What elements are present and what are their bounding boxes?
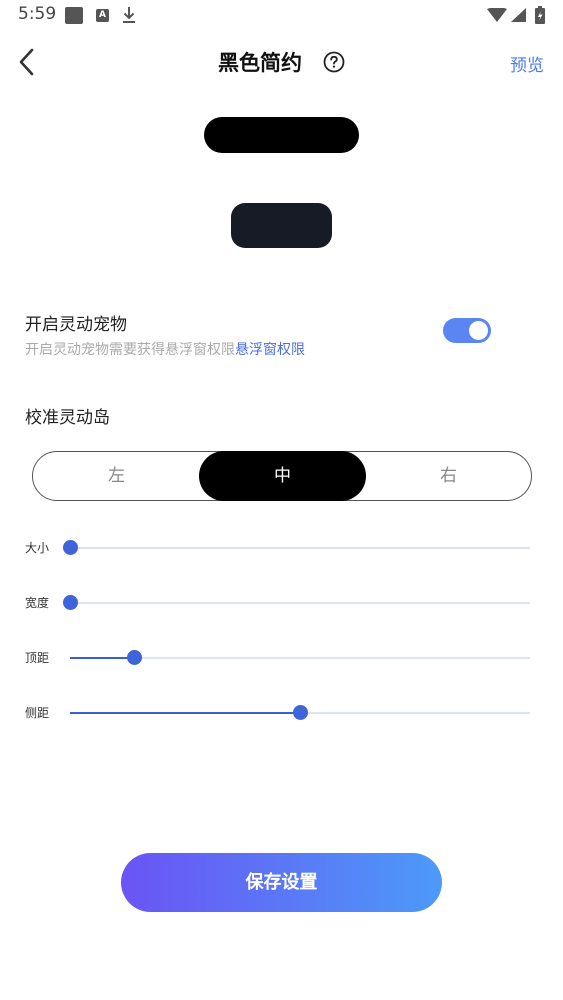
side-margin-slider-label: 侧距 (25, 706, 50, 720)
overlay-permission-link[interactable]: 悬浮窗权限 (235, 342, 305, 358)
download-icon (123, 7, 135, 23)
signal-icon (511, 8, 526, 22)
alignment-segmented-control: 左 中 右 (32, 451, 532, 501)
top-margin-slider-thumb[interactable] (127, 650, 143, 665)
page-title: 黑色简约 (217, 51, 302, 75)
status-bar: 5:59 A (0, 0, 563, 30)
island-preview-large (204, 117, 359, 153)
top-margin-slider-fill (70, 657, 135, 659)
square-app-icon (65, 7, 83, 24)
save-settings-button[interactable]: 保存设置 (121, 853, 442, 912)
top-margin-slider-label: 顶距 (25, 651, 50, 665)
island-settings-screen: 5:59 A 黑色简约 预览 开启灵动宠物 开启灵动宠物需要获得悬浮窗权限悬浮窗… (0, 0, 563, 1000)
width-slider-thumb[interactable] (63, 595, 78, 610)
top-margin-slider-row: 顶距 (0, 643, 563, 673)
width-slider-row: 宽度 (0, 588, 563, 618)
question-circle-icon[interactable] (323, 51, 345, 73)
side-margin-slider-thumb[interactable] (293, 705, 308, 720)
width-slider-label: 宽度 (25, 596, 50, 610)
size-slider-row: 大小 (0, 533, 563, 563)
pet-toggle-description: 开启灵动宠物需要获得悬浮窗权限悬浮窗权限 (25, 339, 305, 359)
width-slider-track[interactable] (63, 595, 530, 610)
preview-button[interactable]: 预览 (510, 51, 544, 76)
calibrate-title: 校准灵动岛 (25, 408, 110, 428)
toggle-knob (469, 321, 488, 340)
align-right-option[interactable]: 右 (365, 451, 532, 501)
side-margin-slider-fill (70, 712, 300, 714)
size-slider-track[interactable] (63, 540, 530, 555)
pet-description-text: 开启灵动宠物需要获得悬浮窗权限 (25, 342, 235, 358)
size-slider-thumb[interactable] (63, 540, 78, 555)
side-margin-slider-track[interactable] (70, 705, 530, 720)
header: 黑色简约 预览 (0, 38, 563, 86)
island-preview-small (231, 203, 332, 248)
wifi-icon (487, 8, 507, 22)
size-slider-label: 大小 (25, 541, 50, 555)
battery-icon (535, 6, 545, 24)
align-left-option[interactable]: 左 (33, 451, 200, 501)
a-notification-icon: A (96, 9, 109, 22)
status-time: 5:59 (18, 4, 57, 24)
title-wrap: 黑色简约 (0, 47, 563, 77)
top-margin-slider-track[interactable] (70, 650, 530, 665)
pet-toggle-title: 开启灵动宠物 (25, 315, 127, 335)
pet-toggle-switch[interactable] (443, 318, 491, 343)
align-center-option[interactable]: 中 (199, 451, 366, 501)
side-margin-slider-row: 侧距 (0, 698, 563, 728)
